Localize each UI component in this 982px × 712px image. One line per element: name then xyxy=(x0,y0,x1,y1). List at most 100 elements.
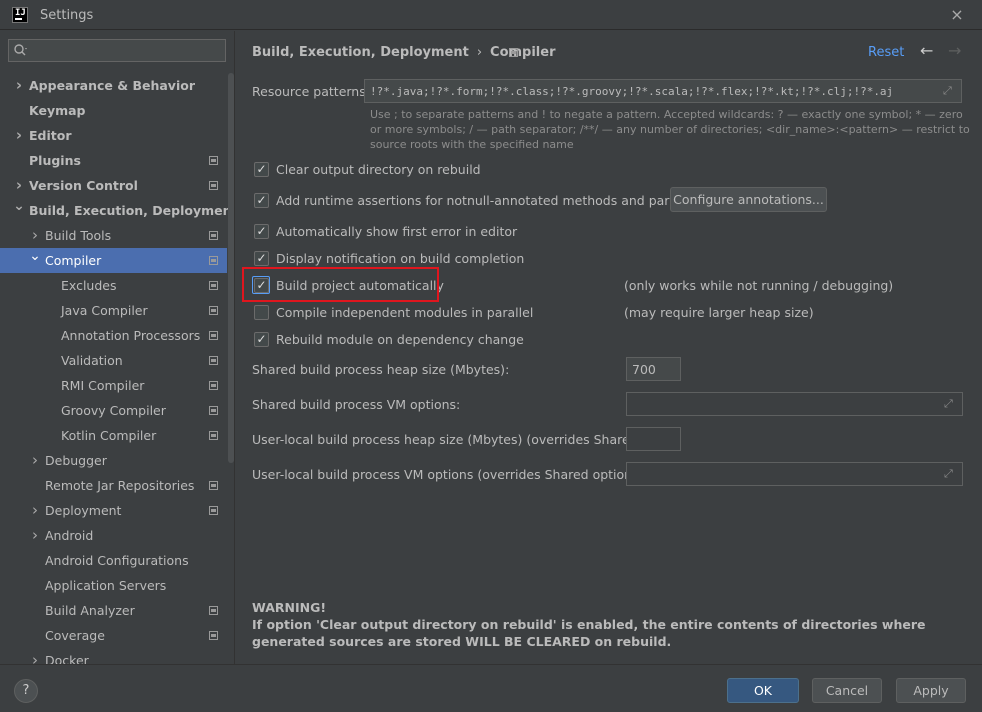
option-label[interactable]: Add runtime assertions for notnull-annot… xyxy=(276,193,721,208)
vm-options-field[interactable]: ⤢ xyxy=(626,392,963,416)
option-note: (may require larger heap size) xyxy=(624,305,814,320)
forward-arrow-icon[interactable]: → xyxy=(948,41,961,60)
resource-patterns-hint: Use ; to separate patterns and ! to nega… xyxy=(370,108,970,151)
sidebar-item-label: Docker xyxy=(45,653,89,664)
option-checkbox[interactable]: ✓ xyxy=(254,332,269,347)
sidebar-item-build-analyzer[interactable]: Build Analyzer xyxy=(0,598,227,623)
option-label[interactable]: Rebuild module on dependency change xyxy=(276,332,524,347)
sidebar-item-validation[interactable]: Validation xyxy=(0,348,227,373)
project-level-icon xyxy=(209,481,218,490)
option-label[interactable]: Display notification on build completion xyxy=(276,251,524,266)
sidebar-item-compiler[interactable]: ⌄ Compiler xyxy=(0,248,227,273)
settings-sidebar: › Appearance & Behavior Keymap › Editor Plugi… xyxy=(0,31,235,664)
close-icon[interactable]: × xyxy=(946,4,968,26)
sidebar-item-label: Keymap xyxy=(29,103,86,118)
heap-size-value: 700 xyxy=(632,362,656,377)
sidebar-item-groovy-compiler[interactable]: Groovy Compiler xyxy=(0,398,227,423)
search-input[interactable] xyxy=(8,39,226,62)
option-label[interactable]: Clear output directory on rebuild xyxy=(276,162,481,177)
sidebar-item-label: Build Tools xyxy=(45,228,112,243)
sidebar-item-annotation-processors[interactable]: Annotation Processors xyxy=(0,323,227,348)
option-checkbox[interactable]: ✓ xyxy=(254,162,269,177)
sidebar-item-label: Annotation Processors xyxy=(61,328,201,343)
chevron-down-icon[interactable]: ⌄ xyxy=(29,244,41,269)
option-label[interactable]: Compile independent modules in parallel xyxy=(276,305,533,320)
sidebar-item-label: Android xyxy=(45,528,94,543)
project-level-icon xyxy=(209,231,218,240)
intellij-logo-icon: IJ xyxy=(12,7,28,23)
reset-link[interactable]: Reset xyxy=(868,45,904,60)
chevron-right-icon[interactable]: › xyxy=(13,73,25,98)
cancel-button[interactable]: Cancel xyxy=(812,678,882,703)
configure-annotations-button[interactable]: Configure annotations... xyxy=(670,187,827,212)
sidebar-item-build-execution-deployment[interactable]: ⌄ Build, Execution, Deployment xyxy=(0,198,234,223)
sidebar-item-remote-jar-repositories[interactable]: Remote Jar Repositories xyxy=(0,473,227,498)
warning-title: WARNING! xyxy=(252,600,327,615)
option-label[interactable]: Automatically show first error in editor xyxy=(276,224,517,239)
breadcrumb-parent[interactable]: Build, Execution, Deployment xyxy=(252,45,469,60)
project-level-icon xyxy=(209,506,218,515)
sidebar-item-version-control[interactable]: › Version Control xyxy=(0,173,227,198)
sidebar-item-editor[interactable]: › Editor xyxy=(0,123,227,148)
resource-patterns-value: !?*.java;!?*.form;!?*.class;!?*.groovy;!… xyxy=(370,85,894,98)
sidebar-item-android-configurations[interactable]: Android Configurations xyxy=(0,548,227,573)
sidebar-item-keymap[interactable]: Keymap xyxy=(0,98,227,123)
option-checkbox[interactable] xyxy=(254,305,269,320)
ok-button[interactable]: OK xyxy=(727,678,799,703)
sidebar-item-docker[interactable]: › Docker xyxy=(0,648,227,664)
expand-icon[interactable]: ⤢ xyxy=(943,85,955,97)
user-heap-size-label: User-local build process heap size (Mbyt… xyxy=(252,432,675,447)
help-button[interactable]: ? xyxy=(14,679,38,703)
compiler-settings-panel: Build, Execution, Deployment › Compiler Re… xyxy=(236,31,982,664)
sidebar-item-rmi-compiler[interactable]: RMI Compiler xyxy=(0,373,227,398)
chevron-right-icon[interactable]: › xyxy=(29,523,41,548)
title-bar: IJ Settings × xyxy=(0,0,982,30)
sidebar-item-kotlin-compiler[interactable]: Kotlin Compiler xyxy=(0,423,227,448)
option-label[interactable]: Build project automatically xyxy=(276,278,444,293)
project-level-icon xyxy=(209,156,218,165)
sidebar-item-appearance-behavior[interactable]: › Appearance & Behavior xyxy=(0,73,227,98)
chevron-right-icon[interactable]: › xyxy=(29,448,41,473)
chevron-right-icon[interactable]: › xyxy=(29,648,41,664)
breadcrumb-separator: › xyxy=(476,45,483,60)
sidebar-item-application-servers[interactable]: Application Servers xyxy=(0,573,227,598)
project-level-icon xyxy=(209,406,218,415)
sidebar-item-label: Java Compiler xyxy=(61,303,148,318)
project-level-icon xyxy=(209,281,218,290)
sidebar-item-label: Validation xyxy=(61,353,123,368)
expand-icon[interactable]: ⤢ xyxy=(944,398,956,410)
sidebar-item-excludes[interactable]: Excludes xyxy=(0,273,227,298)
option-checkbox[interactable]: ✓ xyxy=(254,278,269,293)
sidebar-item-debugger[interactable]: › Debugger xyxy=(0,448,227,473)
back-arrow-icon[interactable]: ← xyxy=(920,41,933,60)
sidebar-item-plugins[interactable]: Plugins xyxy=(0,148,227,173)
expand-icon[interactable]: ⤢ xyxy=(944,468,956,480)
project-level-icon xyxy=(209,306,218,315)
project-level-icon xyxy=(209,606,218,615)
sidebar-scrollbar[interactable] xyxy=(228,73,234,463)
user-heap-size-field[interactable] xyxy=(626,427,681,451)
option-checkbox[interactable]: ✓ xyxy=(254,193,269,208)
search-icon xyxy=(13,43,29,57)
heap-size-field[interactable]: 700 xyxy=(626,357,681,381)
resource-patterns-field[interactable]: !?*.java;!?*.form;!?*.class;!?*.groovy;!… xyxy=(364,79,962,103)
sidebar-item-java-compiler[interactable]: Java Compiler xyxy=(0,298,227,323)
user-vm-options-field[interactable]: ⤢ xyxy=(626,462,963,486)
option-checkbox[interactable]: ✓ xyxy=(254,251,269,266)
chevron-down-icon[interactable]: ⌄ xyxy=(13,194,25,219)
chevron-right-icon[interactable]: › xyxy=(29,498,41,523)
chevron-right-icon[interactable]: › xyxy=(13,123,25,148)
sidebar-item-deployment[interactable]: › Deployment xyxy=(0,498,227,523)
project-level-icon xyxy=(209,331,218,340)
sidebar-item-label: Android Configurations xyxy=(45,553,189,568)
sidebar-item-label: Deployment xyxy=(45,503,122,518)
project-level-icon xyxy=(209,181,218,190)
sidebar-item-label: Groovy Compiler xyxy=(61,403,166,418)
option-checkbox[interactable]: ✓ xyxy=(254,224,269,239)
sidebar-item-label: Build, Execution, Deployment xyxy=(29,203,235,218)
sidebar-item-android[interactable]: › Android xyxy=(0,523,227,548)
resource-patterns-label: Resource patterns: xyxy=(252,84,370,99)
sidebar-item-coverage[interactable]: Coverage xyxy=(0,623,227,648)
sidebar-item-label: RMI Compiler xyxy=(61,378,145,393)
apply-button[interactable]: Apply xyxy=(896,678,966,703)
